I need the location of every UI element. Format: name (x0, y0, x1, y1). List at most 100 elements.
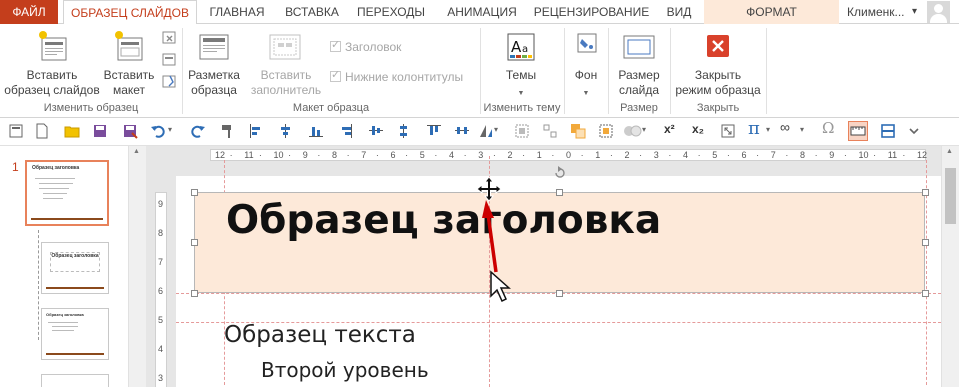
undo-dropdown-icon[interactable]: ▾ (168, 125, 184, 141)
slide-size-icon (623, 35, 655, 59)
insert-layout-icon (115, 31, 143, 61)
rename-layout-icon[interactable] (161, 52, 177, 68)
symbol-dropdown-icon[interactable]: ▾ (800, 125, 816, 141)
background-dropdown-arrow: ▼ (582, 90, 590, 97)
align-top-icon[interactable] (426, 123, 442, 139)
layout-thumbnail-partial[interactable] (41, 374, 109, 387)
ruler-tick-label: 1 (536, 150, 542, 160)
superscript-icon[interactable]: x² (664, 122, 684, 138)
delete-slide-icon[interactable] (161, 30, 177, 46)
align-right-icon[interactable] (338, 123, 354, 139)
body-text-level-2[interactable]: Второй уровень (261, 358, 429, 382)
rotate-dropdown-icon[interactable]: ▾ (494, 125, 510, 141)
format-painter-icon[interactable] (220, 123, 236, 139)
tab-animations[interactable]: АНИМАЦИЯ (436, 0, 528, 24)
body-text-level-1[interactable]: Образец текста (224, 322, 416, 348)
gridlines-toggle-icon[interactable] (880, 123, 896, 139)
canvas-scrollbar[interactable]: ▲ (941, 146, 959, 387)
align-center-icon[interactable] (278, 123, 294, 139)
selection-pane-icon[interactable] (598, 123, 614, 139)
tab-slide-master[interactable]: ОБРАЗЕЦ СЛАЙДОВ (63, 0, 197, 25)
symbol-infinity-icon[interactable]: ∞ (780, 119, 802, 135)
tab-transitions[interactable]: ПЕРЕХОДЫ (350, 0, 432, 24)
ruler-tick-label: 5 (712, 150, 718, 160)
preserve-master-icon[interactable] (161, 74, 177, 90)
layout-thumbnail-content[interactable]: Образец заголовка (41, 308, 109, 360)
layout-thumbnail-title[interactable]: Образец заголовка (41, 242, 109, 294)
toolbar-overflow-icon[interactable] (906, 123, 922, 139)
undo-icon[interactable] (150, 123, 166, 139)
insert-placeholder-button[interactable]: Вставить заполнитель (244, 28, 328, 100)
user-avatar[interactable] (927, 1, 950, 23)
insert-layout-button[interactable]: Вставить макет (100, 28, 158, 100)
resize-handle-bottom-left[interactable] (191, 290, 198, 297)
toolbar-toggle-icon[interactable] (8, 123, 24, 139)
align-left-icon[interactable] (248, 123, 264, 139)
resize-handle-top-left[interactable] (191, 189, 198, 196)
ruler-tick-mark: · (873, 150, 877, 160)
resize-handle-right[interactable] (922, 239, 929, 246)
title-checkbox-box[interactable] (330, 38, 341, 52)
omega-symbol-icon[interactable]: Ω (822, 119, 838, 137)
align-middle-icon[interactable] (368, 123, 384, 139)
group-objects-icon[interactable] (514, 123, 530, 139)
tab-format[interactable]: ФОРМАТ (704, 0, 839, 24)
resize-handle-top[interactable] (556, 189, 563, 196)
rotate-icon[interactable] (478, 123, 494, 139)
tab-file[interactable]: ФАЙЛ (0, 0, 58, 24)
bring-forward-icon[interactable] (570, 123, 586, 139)
themes-label: Темы (505, 68, 537, 82)
quick-access-toolbar: ▾ ▾ ▾ x² x₂ π ▾ ∞ ▾ Ω (0, 118, 959, 146)
ruler-tick-mark: · (668, 150, 672, 160)
resize-handle-bottom[interactable] (556, 290, 563, 297)
tab-review[interactable]: РЕЦЕНЗИРОВАНИЕ (530, 0, 653, 24)
themes-button[interactable]: A a Темы ▼ (498, 28, 544, 100)
master-layout-button[interactable]: Разметка образца (186, 28, 242, 100)
distribute-horizontal-icon[interactable] (454, 123, 470, 139)
save-as-icon[interactable] (122, 123, 138, 139)
tab-home[interactable]: ГЛАВНАЯ (200, 0, 274, 24)
ruler-tick-label: 7 (361, 150, 367, 160)
subscript-icon[interactable]: x₂ (692, 122, 712, 138)
rotate-handle-icon[interactable] (553, 166, 567, 180)
ruler-tick-label: 9 (302, 150, 308, 160)
ruler-tick-label: 2 (624, 150, 630, 160)
shape-effects-icon[interactable] (622, 123, 644, 139)
title-checkbox[interactable]: Заголовок (330, 38, 402, 54)
save-icon[interactable] (92, 123, 108, 139)
scroll-up-arrow-icon[interactable]: ▲ (133, 148, 140, 155)
resize-handle-bottom-right[interactable] (922, 290, 929, 297)
new-document-icon[interactable] (34, 123, 50, 139)
tab-insert[interactable]: ВСТАВКА (276, 0, 348, 24)
resize-shape-icon[interactable] (720, 123, 736, 139)
ungroup-objects-icon[interactable] (542, 123, 558, 139)
resize-handle-left[interactable] (191, 239, 198, 246)
tab-view[interactable]: ВИД (656, 0, 702, 24)
insert-slide-master-button[interactable]: Вставить образец слайдов (4, 28, 100, 100)
distribute-vertical-icon[interactable] (396, 123, 412, 139)
slide-master-thumbnail[interactable]: Образец заголовка (25, 160, 109, 226)
ruler-tick-mark: · (346, 150, 350, 160)
ruler-tick-label: 5 (419, 150, 425, 160)
open-folder-icon[interactable] (64, 123, 80, 139)
user-name[interactable]: Клименк... (847, 0, 905, 24)
redo-icon[interactable] (190, 123, 206, 139)
shape-effects-dropdown-icon[interactable]: ▾ (642, 125, 658, 141)
background-button[interactable]: Фон ▼ (568, 28, 604, 100)
slide-title-text[interactable]: Образец заголовка (226, 198, 661, 243)
slide-size-button[interactable]: Размер слайда (614, 28, 664, 100)
ruler-tick-label: 12 (215, 150, 226, 160)
title-checkbox-label: Заголовок (345, 40, 402, 54)
align-bottom-icon[interactable] (308, 123, 324, 139)
vertical-ruler: 9 8 7 6 5 4 3 (155, 192, 167, 387)
footers-checkbox[interactable]: Нижние колонтитулы (330, 68, 463, 84)
ruler-toggle-icon[interactable] (848, 121, 868, 141)
user-dropdown-caret[interactable]: ▾ (912, 0, 917, 24)
scrollbar-thumb[interactable] (945, 168, 956, 224)
close-master-view-button[interactable]: Закрыть режим образца (672, 28, 764, 100)
scroll-up-arrow-icon[interactable]: ▲ (946, 148, 953, 155)
resize-handle-top-right[interactable] (922, 189, 929, 196)
footers-checkbox-box[interactable] (330, 68, 341, 82)
equation-pi-icon[interactable]: π (748, 118, 764, 139)
thumbnails-scrollbar[interactable]: ▲ (128, 146, 146, 387)
